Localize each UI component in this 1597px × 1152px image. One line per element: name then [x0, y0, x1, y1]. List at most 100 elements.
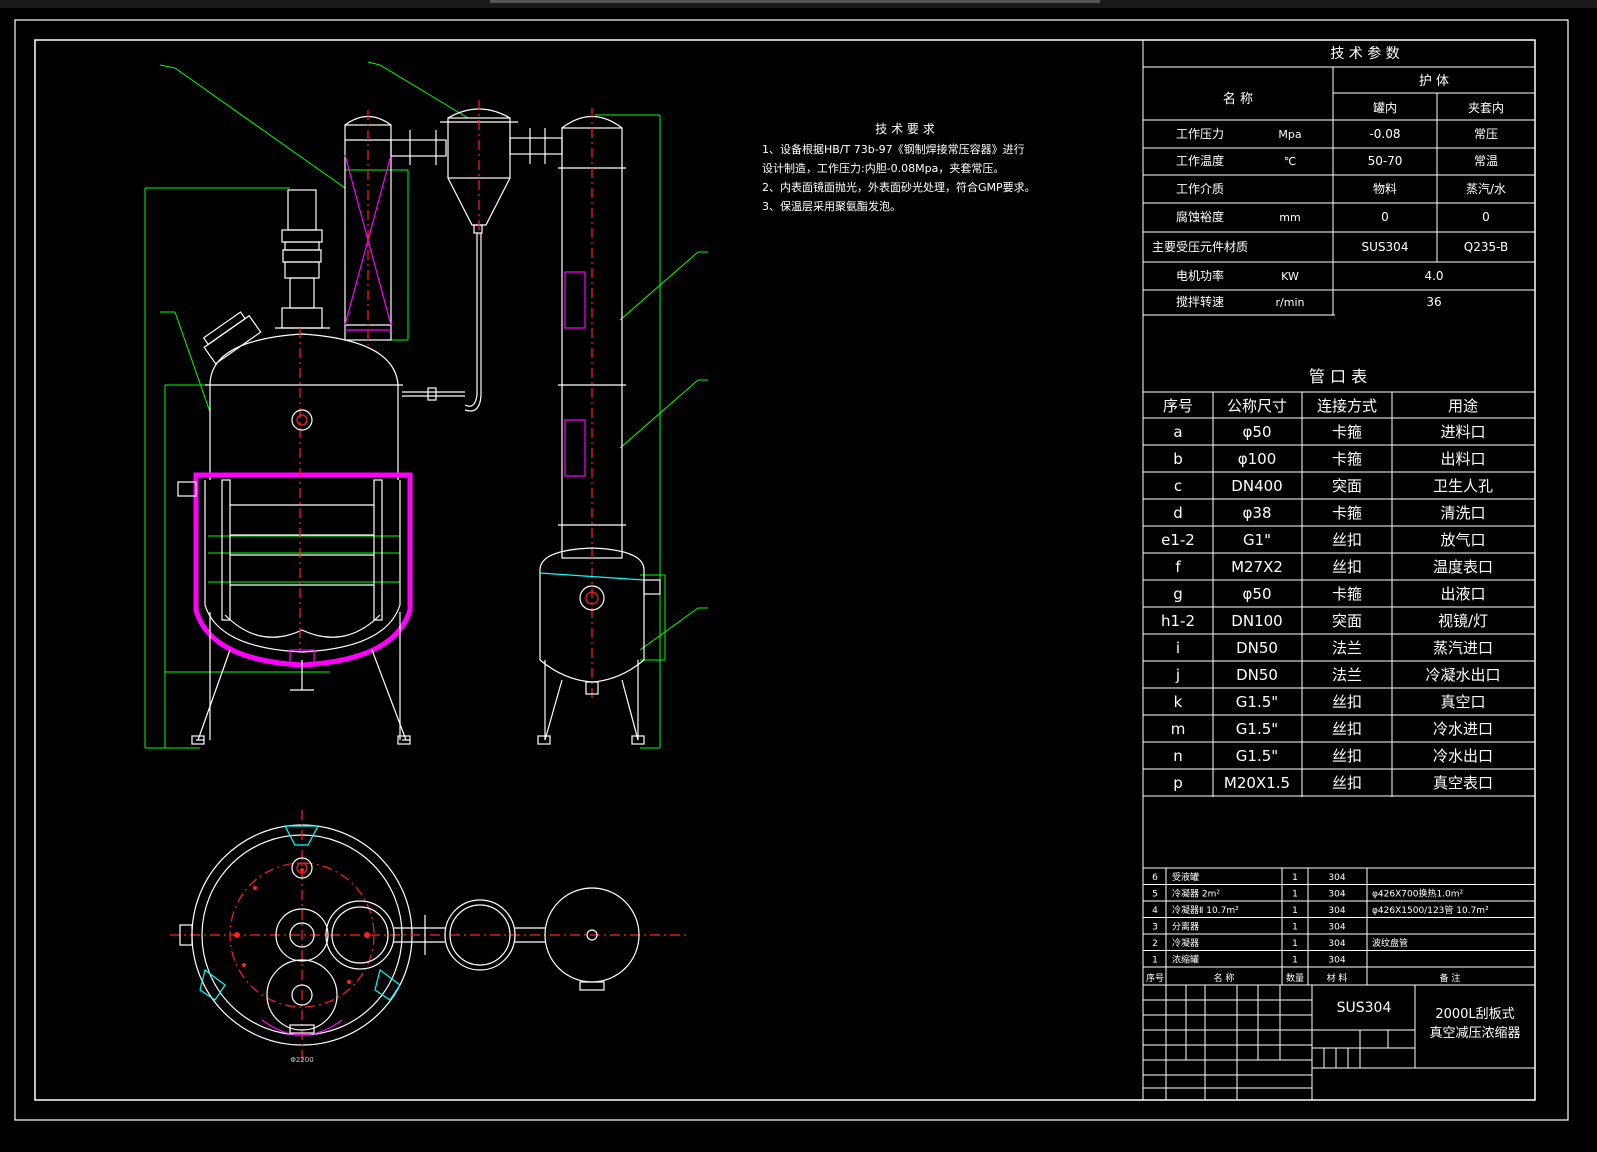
nozzle-cell: h1-2 [1161, 612, 1195, 630]
nozzle-cell: 进料口 [1440, 423, 1485, 441]
nozzle-cell: φ50 [1243, 423, 1272, 441]
parts-cell: 6 [1152, 873, 1158, 883]
nozzle-header-cell: 用途 [1448, 397, 1478, 415]
nozzle-cell: φ50 [1243, 585, 1272, 603]
tech-params-rows: 工作压力 Mpa -0.08 常压工作温度 ℃ 50-70 常温工作介质 物料 蒸汽/水腐蚀裕度… [1152, 127, 1508, 309]
nozzle-cell: 清洗口 [1440, 504, 1485, 522]
parts-cell: 分离器 [1172, 921, 1199, 933]
parts-cell: 1 [1152, 956, 1158, 966]
parts-cell: 4 [1152, 906, 1158, 916]
parts-cell: 冷凝器 [1172, 937, 1199, 949]
nozzle-cell: G1.5" [1236, 693, 1278, 711]
tech-params-jacket-value: 常压 [1474, 127, 1498, 141]
nozzle-cell: n [1173, 747, 1183, 765]
parts-cell: 304 [1328, 906, 1345, 916]
nozzle-header-cell: 连接方式 [1317, 397, 1377, 415]
nozzle-cell: d [1173, 504, 1183, 522]
nozzle-cell: 出料口 [1440, 450, 1485, 468]
tech-params-header-jacket: 夹套内 [1468, 101, 1504, 115]
tech-params-unit: Mpa [1278, 128, 1301, 141]
tech-requirements-title: 技 术 要 求 [875, 122, 934, 136]
nozzle-cell: 卡箍 [1332, 450, 1362, 468]
tech-params-jacket-value: 蒸汽/水 [1466, 181, 1506, 196]
parts-list-header: 序号 名 称 数量 材 料 备 注 [1146, 972, 1460, 984]
parts-cell: 1 [1292, 906, 1298, 916]
parts-cell: 304 [1328, 890, 1345, 900]
nozzle-cell: 丝扣 [1332, 531, 1362, 549]
parts-cell: 304 [1328, 939, 1345, 949]
parts-cell: 波纹盘管 [1372, 937, 1408, 949]
nozzle-cell: M27X2 [1231, 558, 1283, 576]
nozzle-cell: 丝扣 [1332, 720, 1362, 738]
parts-cell: 3 [1152, 923, 1158, 933]
tech-params-value: 36 [1426, 295, 1441, 309]
nozzle-cell: 冷水进口 [1433, 720, 1493, 738]
tech-params-name: 主要受压元件材质 [1152, 240, 1248, 254]
parts-cell: 1 [1292, 923, 1298, 933]
inner-border [34, 39, 1536, 1101]
nozzle-cell: 冷水出口 [1433, 747, 1493, 765]
nozzle-cell: 卡箍 [1332, 504, 1362, 522]
parts-cell: 5 [1152, 890, 1158, 900]
nozzle-cell: 真空口 [1440, 693, 1485, 711]
nozzle-cell: j [1175, 666, 1180, 684]
tech-params-value: 4.0 [1424, 269, 1443, 283]
nozzle-cell: G1.5" [1236, 747, 1278, 765]
tech-requirements: 技 术 要 求 1、设备根据HB/T 73b-97《钢制焊接常压容器》进行 设计… [762, 122, 1036, 213]
nozzle-cell: 丝扣 [1332, 774, 1362, 792]
nozzle-cell: p [1173, 774, 1183, 792]
nozzle-table-header: 序号 公称尺寸 连接方式 用途 [1163, 397, 1478, 415]
parts-cell: 冷凝器Ⅱ 10.7m² [1172, 904, 1239, 916]
nozzle-cell: 突面 [1332, 612, 1362, 630]
tech-params-unit: KW [1281, 270, 1299, 283]
parts-cell: 304 [1328, 873, 1345, 883]
nozzle-cell: 丝扣 [1332, 747, 1362, 765]
parts-cell: 1 [1292, 939, 1298, 949]
nozzle-cell: DN100 [1231, 612, 1282, 630]
nozzle-cell: k [1174, 693, 1183, 711]
nozzle-cell: f [1175, 558, 1181, 576]
parts-cell: φ426X1500/123管 10.7m² [1372, 904, 1489, 916]
tech-params-jacket-value: 常温 [1474, 154, 1498, 168]
tech-params-name: 工作压力 [1176, 127, 1224, 141]
nozzle-cell: 出液口 [1440, 585, 1485, 603]
tech-params-inner-value: SUS304 [1362, 240, 1409, 254]
tech-requirements-line: 设计制造，工作压力:内胆-0.08Mpa，夹套常压。 [762, 161, 1004, 175]
title-block-material: SUS304 [1337, 1000, 1392, 1016]
tech-params-title: 技 术 参 数 [1330, 45, 1399, 62]
tech-params-jacket-value: 0 [1482, 210, 1490, 224]
nozzle-cell: φ38 [1243, 504, 1272, 522]
tech-params-header-inner: 罐内 [1373, 101, 1397, 115]
nozzle-cell: DN400 [1231, 477, 1282, 495]
nozzle-cell: c [1174, 477, 1182, 495]
nozzle-cell: i [1176, 639, 1180, 657]
nozzle-cell: 丝扣 [1332, 558, 1362, 576]
parts-header-cell: 备 注 [1440, 972, 1461, 984]
nozzle-cell: a [1173, 423, 1182, 441]
parts-cell: 304 [1328, 923, 1345, 933]
nozzle-cell: e1-2 [1161, 531, 1195, 549]
nozzle-table-title: 管 口 表 [1309, 367, 1367, 386]
parts-header-cell: 序号 [1146, 972, 1164, 984]
parts-cell: 2 [1152, 939, 1158, 949]
nozzle-cell: M20X1.5 [1224, 774, 1290, 792]
tech-params-inner-value: 0 [1381, 210, 1389, 224]
parts-cell: 冷凝器 2m² [1172, 888, 1220, 900]
nozzle-cell: b [1173, 450, 1183, 468]
tech-requirements-line: 3、保温层采用聚氨酯发泡。 [762, 199, 901, 213]
tech-params-name: 腐蚀裕度 [1176, 209, 1224, 224]
title-block-title-line2: 真空减压浓缩器 [1429, 1025, 1520, 1041]
parts-list-rows: 6 受液罐 1 304 5 冷凝器 2m² 1 304 φ426X700换热1.0m² 4 冷凝器Ⅱ… [1152, 871, 1489, 966]
tech-params-name: 工作温度 [1176, 153, 1224, 168]
parts-cell: 受液罐 [1172, 871, 1199, 883]
nozzle-cell: 放气口 [1440, 531, 1485, 549]
front-view-drawing [144, 61, 708, 749]
parts-cell: 304 [1328, 956, 1345, 966]
nozzle-cell: DN50 [1236, 666, 1278, 684]
parts-cell: 1 [1292, 956, 1298, 966]
nozzle-cell: G1" [1243, 531, 1271, 549]
parts-header-cell: 材 料 [1327, 972, 1348, 984]
nozzle-cell: 突面 [1332, 477, 1362, 495]
tech-params-header-name: 名 称 [1223, 91, 1253, 107]
tech-params-name: 电机功率 [1176, 268, 1224, 283]
